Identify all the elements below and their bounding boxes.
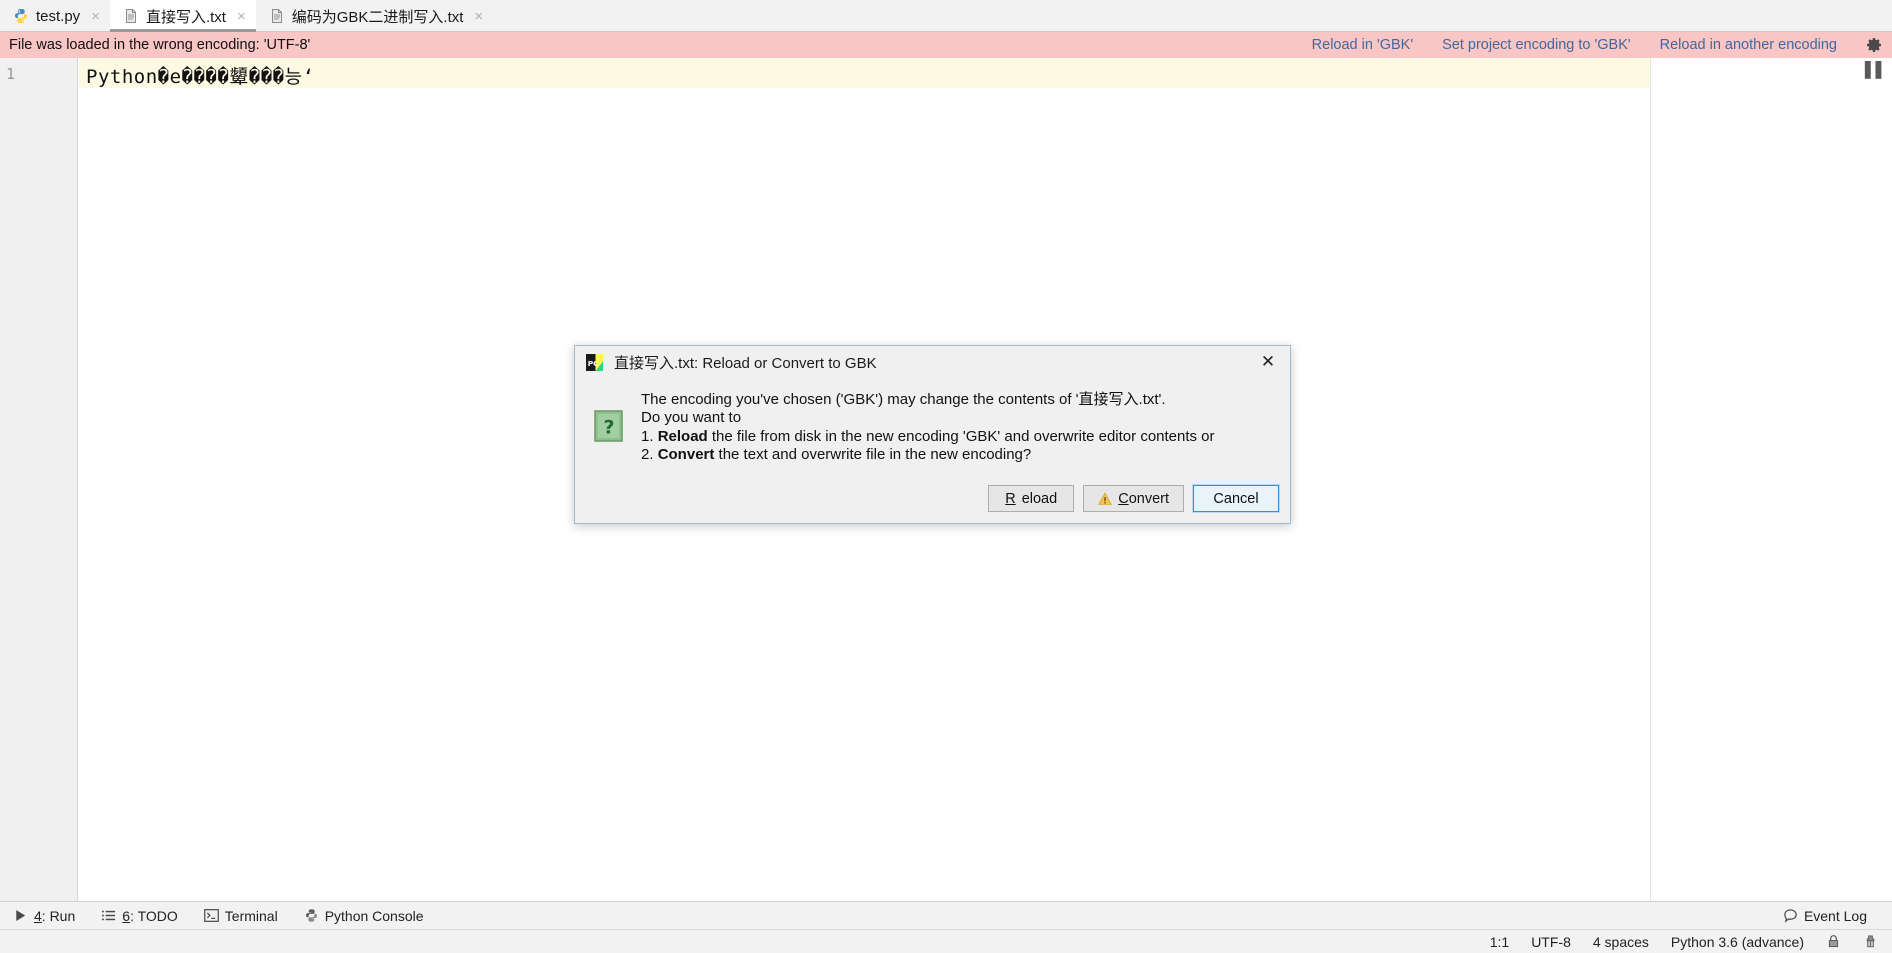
tool-button-label: Terminal	[224, 907, 278, 924]
tool-button-event-log[interactable]: Event Log	[1770, 902, 1880, 930]
status-bar: 1:1 UTF-8 4 spaces Python 3.6 (advance)	[0, 929, 1892, 953]
right-margin-guide	[1650, 58, 1651, 901]
pycharm-icon: PC	[586, 353, 603, 371]
tab-close-icon[interactable]: ×	[91, 9, 100, 24]
inspection-icon[interactable]	[1863, 934, 1878, 949]
tool-button-todo[interactable]: 6: TODO	[88, 902, 191, 930]
indent-setting[interactable]: 4 spaces	[1593, 934, 1649, 950]
dialog-body: ? The encoding you've chosen ('GBK') may…	[575, 378, 1290, 464]
line-number: 1	[5, 65, 15, 83]
list-marker: 2.	[641, 445, 658, 463]
tool-button-label: 6: TODO	[122, 908, 178, 924]
reload-in-another-encoding-link[interactable]: Reload in another encoding	[1660, 37, 1837, 53]
reload-or-convert-dialog: PC 直接写入.txt: Reload or Convert to GBK ✕ …	[574, 345, 1291, 524]
tab-label: test.py	[36, 7, 81, 25]
dialog-message-line-1: The encoding you've chosen ('GBK') may c…	[641, 391, 1166, 408]
tab-close-icon[interactable]: ×	[237, 9, 246, 24]
file-encoding[interactable]: UTF-8	[1531, 934, 1571, 950]
python-file-icon	[15, 9, 27, 23]
event-log-icon	[1784, 909, 1797, 923]
line4-rest: the text and overwrite file in the new e…	[714, 445, 1032, 463]
dialog-message-line-4: 2. Convert the text and overwrite file i…	[641, 446, 1215, 464]
tool-button-text: : Run	[41, 907, 76, 924]
python-interpreter[interactable]: Python 3.6 (advance)	[1671, 934, 1804, 950]
dialog-message-line-3: 1. Reload the file from disk in the new …	[641, 428, 1215, 446]
tool-button-mnemonic: 6	[122, 907, 131, 924]
list-marker: 1.	[641, 427, 658, 445]
close-icon[interactable]: ✕	[1246, 346, 1290, 377]
reload-in-gbk-link[interactable]: Reload in 'GBK'	[1312, 37, 1413, 53]
tool-button-label: 4: Run	[34, 908, 75, 924]
tab-test-py[interactable]: test.py ×	[0, 0, 110, 32]
scrollbar-marker-icon[interactable]: ▌▌	[1865, 61, 1887, 79]
reload-button[interactable]: Reload	[988, 485, 1075, 512]
tool-button-mnemonic: 4	[34, 907, 42, 924]
convert-button-mnemonic: C	[1118, 490, 1129, 507]
tool-button-label: Python Console	[324, 907, 424, 924]
dialog-message: The encoding you've chosen ('GBK') may c…	[641, 391, 1215, 464]
tab-close-icon[interactable]: ×	[474, 9, 483, 24]
python-console-icon	[305, 909, 317, 922]
todo-list-icon	[102, 910, 116, 921]
terminal-icon	[203, 909, 219, 922]
tool-button-python-console[interactable]: Python Console	[291, 902, 437, 930]
reload-keyword: Reload	[657, 427, 708, 445]
tab-zhijie-xieru-txt[interactable]: 直接写入.txt ×	[109, 0, 256, 32]
svg-text:?: ?	[603, 417, 614, 439]
question-icon: ?	[594, 410, 623, 442]
dialog-button-row: Reload Convert Cancel	[988, 485, 1279, 512]
reload-button-label: eload	[1021, 490, 1058, 507]
tab-label: 编码为GBK二进制写入.txt	[291, 8, 464, 26]
run-icon	[16, 910, 26, 921]
cancel-button[interactable]: Cancel	[1193, 485, 1279, 512]
reload-button-mnemonic: R	[1005, 490, 1016, 507]
tool-window-bar: 4: Run 6: TODO Terminal Python Console E…	[0, 901, 1892, 929]
text-file-icon	[271, 9, 282, 23]
line3-rest: the file from disk in the new encoding '…	[707, 427, 1215, 445]
gear-icon[interactable]	[1866, 37, 1882, 53]
set-project-encoding-link[interactable]: Set project encoding to 'GBK'	[1442, 37, 1631, 53]
warning-icon	[1098, 491, 1113, 505]
notification-actions: Reload in 'GBK' Set project encoding to …	[1312, 37, 1892, 53]
code-line-1: Python�e����顰���능ʻ	[86, 66, 315, 88]
tool-button-label: Event Log	[1803, 907, 1867, 924]
notification-message: File was loaded in the wrong encoding: '…	[9, 37, 311, 53]
encoding-notification-bar: File was loaded in the wrong encoding: '…	[0, 32, 1892, 58]
dialog-message-line-2: Do you want to	[641, 409, 742, 427]
svg-text:PC: PC	[588, 358, 599, 367]
text-file-icon	[125, 9, 136, 23]
dialog-title: 直接写入.txt: Reload or Convert to GBK	[614, 354, 877, 372]
tool-button-text: : TODO	[130, 907, 178, 924]
tool-button-run[interactable]: 4: Run	[0, 902, 88, 930]
convert-keyword: Convert	[657, 445, 715, 463]
convert-button-text: Convert	[1118, 490, 1169, 507]
convert-button[interactable]: Convert	[1083, 485, 1184, 512]
tab-bianma-gbk-txt[interactable]: 编码为GBK二进制写入.txt ×	[256, 0, 493, 32]
dialog-title-bar: PC 直接写入.txt: Reload or Convert to GBK ✕	[575, 346, 1290, 378]
lock-icon[interactable]	[1826, 934, 1841, 949]
caret-position[interactable]: 1:1	[1490, 934, 1509, 950]
tool-button-terminal[interactable]: Terminal	[191, 902, 291, 930]
editor-gutter[interactable]: 1	[0, 58, 78, 901]
editor-tab-bar: test.py × 直接写入.txt × 编码为GBK二进制写入.txt ×	[0, 0, 1892, 32]
tab-label: 直接写入.txt	[145, 8, 226, 26]
